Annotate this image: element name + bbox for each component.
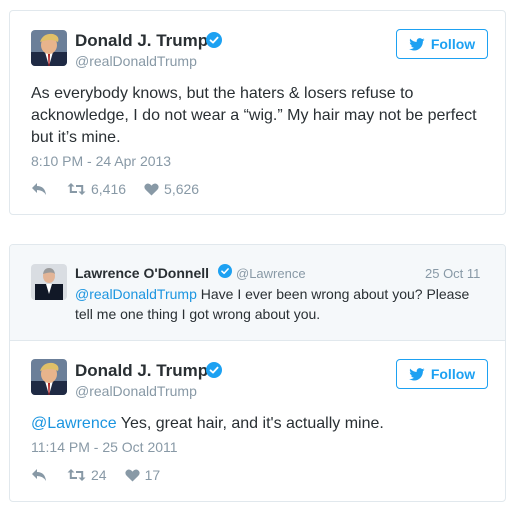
tweet-text: @realDonaldTrump Have I ever been wrong … <box>75 284 490 324</box>
timestamp[interactable]: 8:10 PM - 24 Apr 2013 <box>31 153 171 169</box>
verified-badge-icon <box>218 264 232 278</box>
tweet-card: Donald J. Trump @realDonaldTrump Follow … <box>9 10 506 215</box>
author-handle[interactable]: @realDonaldTrump <box>75 53 197 69</box>
retweet-icon <box>67 183 86 195</box>
twitter-bird-icon <box>409 37 425 50</box>
reply-thread-card: Lawrence O'Donnell @Lawrence 25 Oct 11 @… <box>9 244 506 502</box>
like-count: 17 <box>144 467 161 483</box>
follow-button[interactable]: Follow <box>396 359 488 389</box>
twitter-bird-icon <box>409 367 425 380</box>
tweet-actions: 6,416 5,626 <box>31 181 199 197</box>
mention-link[interactable]: @realDonaldTrump <box>75 286 197 302</box>
tweet-text: @Lawrence Yes, great hair, and it's actu… <box>31 413 491 435</box>
author-name[interactable]: Donald J. Trump <box>75 31 208 51</box>
reply-button[interactable] <box>31 182 47 196</box>
retweet-count: 24 <box>91 467 107 483</box>
retweet-button[interactable]: 24 <box>67 467 107 483</box>
author-name[interactable]: Lawrence O'Donnell <box>75 265 209 281</box>
retweet-count: 6,416 <box>91 181 127 197</box>
verified-badge-icon <box>206 362 222 378</box>
follow-label: Follow <box>430 366 476 382</box>
avatar[interactable] <box>31 359 67 395</box>
retweet-button[interactable]: 6,416 <box>67 181 126 197</box>
follow-label: Follow <box>430 36 476 52</box>
retweet-icon <box>67 469 86 481</box>
like-count: 5,626 <box>164 181 200 197</box>
author-name[interactable]: Donald J. Trump <box>75 361 208 381</box>
reply-icon <box>32 183 46 195</box>
quoted-tweet[interactable]: Lawrence O'Donnell @Lawrence 25 Oct 11 @… <box>10 245 505 341</box>
tweet-text: As everybody knows, but the haters & los… <box>31 85 477 146</box>
verified-badge-icon <box>206 32 222 48</box>
reply-button[interactable] <box>31 468 47 482</box>
mention-link[interactable]: @Lawrence <box>31 415 117 432</box>
heart-icon <box>124 468 140 482</box>
tweet-body: Yes, great hair, and it's actually mine. <box>116 415 384 432</box>
tweet-date[interactable]: 25 Oct 11 <box>425 266 480 281</box>
avatar[interactable] <box>31 264 67 300</box>
like-button[interactable]: 17 <box>124 467 161 483</box>
heart-icon <box>144 182 159 196</box>
author-handle[interactable]: @realDonaldTrump <box>75 383 197 399</box>
tweet-actions: 24 17 <box>31 467 160 483</box>
like-button[interactable]: 5,626 <box>144 181 199 197</box>
avatar[interactable] <box>31 30 67 66</box>
reply-icon <box>32 469 46 481</box>
follow-button[interactable]: Follow <box>396 29 488 59</box>
timestamp[interactable]: 11:14 PM - 25 Oct 2011 <box>31 439 178 455</box>
author-handle[interactable]: @Lawrence <box>236 266 306 281</box>
